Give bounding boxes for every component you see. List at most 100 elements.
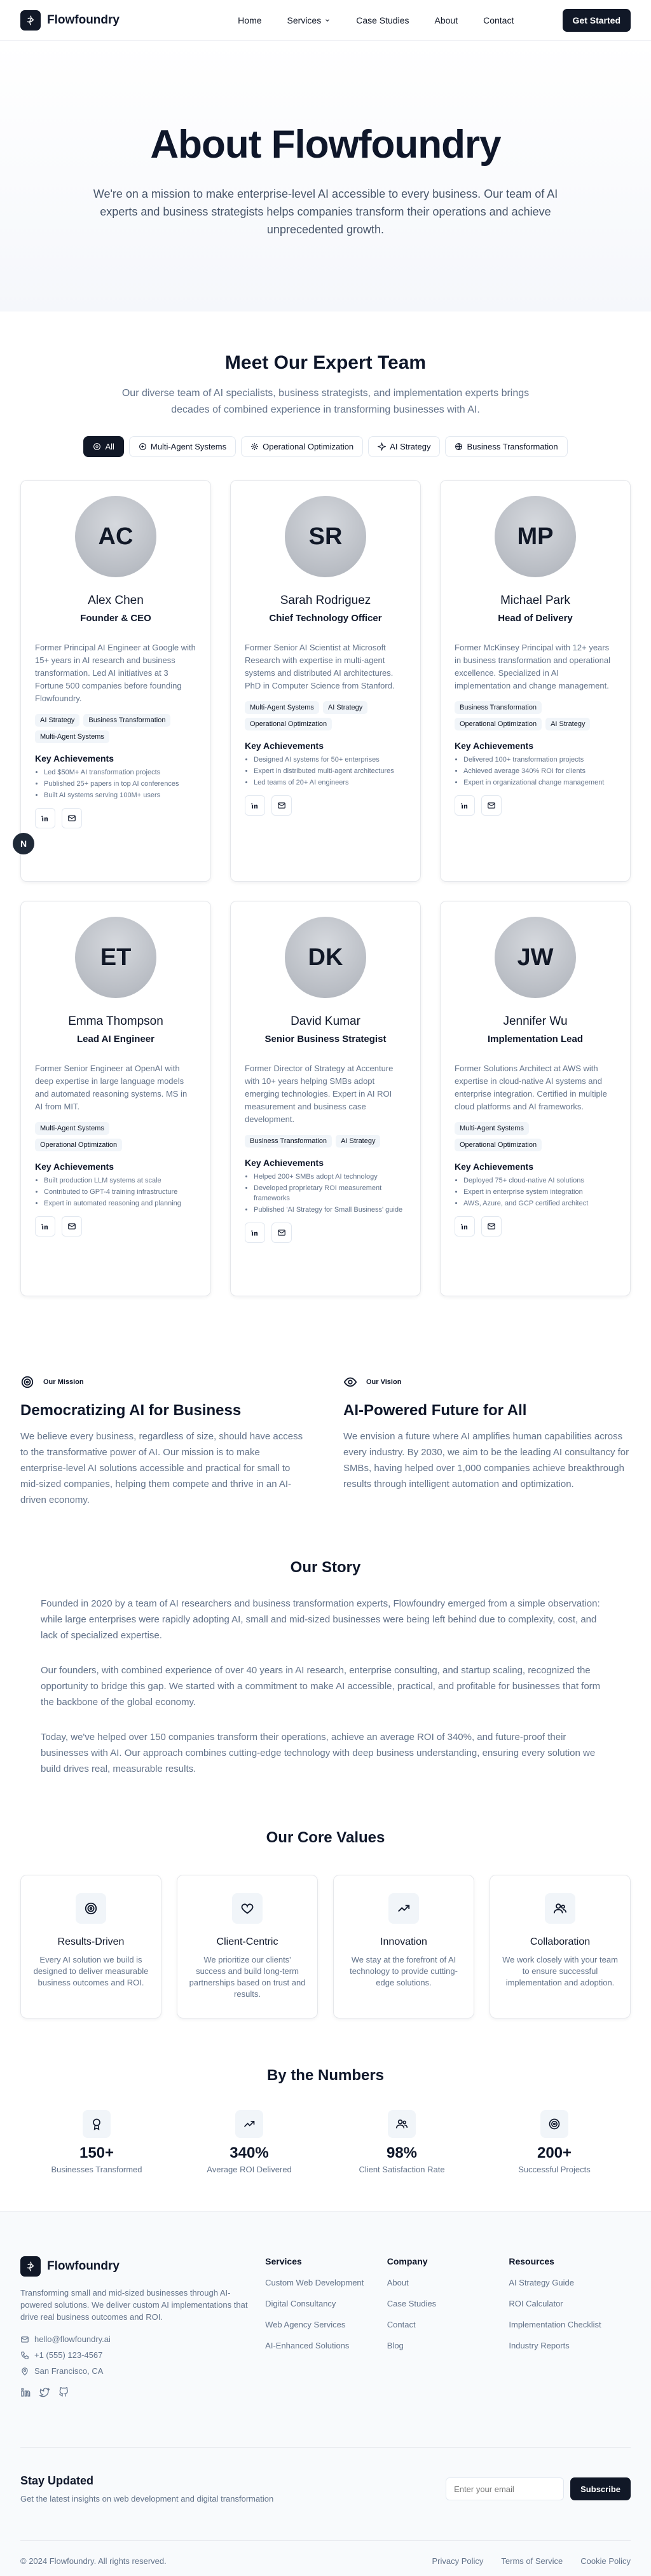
brand-logo[interactable]: Flowfoundry: [20, 10, 120, 31]
member-role: Founder & CEO: [80, 613, 151, 624]
nav-link-home[interactable]: Home: [238, 15, 261, 25]
avatar: JW: [495, 917, 576, 998]
footer-logo[interactable]: Flowfoundry: [20, 2256, 265, 2277]
footer-email[interactable]: hello@flowfoundry.ai: [20, 2334, 265, 2344]
email-button[interactable]: [271, 1223, 292, 1243]
footer-phone[interactable]: +1 (555) 123-4567: [20, 2350, 265, 2360]
footer-link[interactable]: Custom Web Development: [265, 2278, 387, 2287]
story-title: Our Story: [290, 1559, 361, 1576]
email-button[interactable]: [481, 1216, 502, 1237]
target-icon: [76, 1893, 106, 1924]
cookie-link[interactable]: Cookie Policy: [580, 2556, 631, 2566]
nav-link-services[interactable]: Services: [287, 15, 331, 25]
achievements-list: Delivered 100+ transformation projectsAc…: [455, 755, 616, 788]
footer-link[interactable]: Implementation Checklist: [509, 2320, 631, 2329]
email-button[interactable]: [481, 795, 502, 816]
subscribe-button[interactable]: Subscribe: [570, 2477, 631, 2500]
expertise-tag: Operational Optimization: [35, 1139, 123, 1151]
footer-link[interactable]: ROI Calculator: [509, 2299, 631, 2308]
linkedin-button[interactable]: [455, 1216, 475, 1237]
footer-link[interactable]: Blog: [387, 2341, 509, 2350]
nav-link-about[interactable]: About: [435, 15, 458, 25]
member-role: Chief Technology Officer: [269, 613, 382, 624]
footer-contact: hello@flowfoundry.ai +1 (555) 123-4567 S…: [20, 2334, 265, 2376]
expertise-tag: Multi-Agent Systems: [245, 701, 319, 714]
linkedin-button[interactable]: [245, 1223, 265, 1243]
hero-subtitle: We're on a mission to make enterprise-le…: [93, 188, 558, 236]
team-card: ET Emma Thompson Lead AI Engineer Former…: [20, 901, 211, 1296]
filter-operational-label: Operational Optimization: [263, 442, 354, 451]
member-name: David Kumar: [291, 1015, 360, 1028]
page-title: About Flowfoundry: [150, 123, 501, 167]
numbers-title: By the Numbers: [266, 2067, 385, 2084]
achievement-item: Led $50M+ AI transformation projects: [44, 767, 196, 778]
linkedin-button[interactable]: [245, 795, 265, 816]
stat-label: Average ROI Delivered: [207, 2165, 292, 2174]
logo-icon: [20, 2256, 41, 2277]
achievement-item: AWS, Azure, and GCP certified architect: [463, 1198, 616, 1209]
filter-operational[interactable]: Operational Optimization: [241, 436, 364, 457]
twitter-icon[interactable]: [39, 2387, 50, 2397]
github-icon[interactable]: [58, 2387, 69, 2397]
linkedin-icon: [251, 1230, 258, 1236]
linkedin-button[interactable]: [35, 808, 55, 828]
filter-business-transformation[interactable]: Business Transformation: [445, 436, 568, 457]
email-button[interactable]: [62, 1216, 82, 1237]
stat-label: Businesses Transformed: [51, 2165, 142, 2174]
achievements-heading: Key Achievements: [245, 1158, 324, 1168]
achievement-item: Achieved average 340% ROI for clients: [463, 766, 616, 776]
filter-all[interactable]: All: [83, 436, 124, 457]
nav-link-case-studies[interactable]: Case Studies: [356, 15, 409, 25]
member-role: Senior Business Strategist: [264, 1034, 387, 1045]
terms-link[interactable]: Terms of Service: [501, 2556, 563, 2566]
newsletter-email-input[interactable]: [446, 2477, 565, 2500]
footer-link[interactable]: AI-Enhanced Solutions: [265, 2341, 387, 2350]
eye-icon: [343, 1377, 357, 1387]
achievements-heading: Key Achievements: [35, 753, 114, 764]
award-icon: [83, 2110, 111, 2138]
filter-multi-agent[interactable]: Multi-Agent Systems: [128, 436, 236, 457]
email-button[interactable]: [271, 795, 292, 816]
footer-link[interactable]: Web Agency Services: [265, 2320, 387, 2329]
achievement-item: Built production LLM systems at scale: [44, 1175, 196, 1186]
floating-avatar-button[interactable]: N: [13, 833, 34, 854]
linkedin-button[interactable]: [455, 795, 475, 816]
footer-link[interactable]: Industry Reports: [509, 2341, 631, 2350]
values-section: Our Core Values Results-Driven Every AI …: [20, 1829, 631, 2018]
achievements-list: Helped 200+ SMBs adopt AI technologyDeve…: [245, 1172, 406, 1215]
stat-item: 340% Average ROI Delivered: [173, 2110, 326, 2174]
stat-value: 150+: [79, 2144, 114, 2162]
expertise-tag: AI Strategy: [322, 701, 368, 714]
member-socials: [455, 1216, 616, 1237]
footer-link[interactable]: Contact: [387, 2320, 509, 2329]
member-socials: [35, 1216, 196, 1237]
privacy-link[interactable]: Privacy Policy: [432, 2556, 484, 2566]
stat-label: Successful Projects: [518, 2165, 591, 2174]
mission-vision: Our Mission Democratizing AI for Busines…: [20, 1375, 631, 1508]
nav-link-contact[interactable]: Contact: [483, 15, 514, 25]
gear-icon: [251, 443, 259, 450]
footer-link[interactable]: Case Studies: [387, 2299, 509, 2308]
linkedin-icon: [251, 803, 258, 809]
get-started-button[interactable]: Get Started: [562, 8, 631, 32]
email-button[interactable]: [62, 808, 82, 828]
footer-link[interactable]: Digital Consultancy: [265, 2299, 387, 2308]
footer-link[interactable]: About: [387, 2278, 509, 2287]
filter-ai-strategy[interactable]: AI Strategy: [368, 436, 441, 457]
linkedin-icon[interactable]: [20, 2387, 31, 2397]
achievement-item: Expert in organizational change manageme…: [463, 778, 616, 788]
stat-item: 98% Client Satisfaction Rate: [326, 2110, 478, 2174]
member-name: Jennifer Wu: [503, 1015, 568, 1028]
footer-col-company: Company About Case Studies Contact Blog: [387, 2256, 509, 2397]
linkedin-button[interactable]: [35, 1216, 55, 1237]
footer-col-services: Services Custom Web Development Digital …: [265, 2256, 387, 2397]
footer-link[interactable]: AI Strategy Guide: [509, 2278, 631, 2287]
footer-location-text: San Francisco, CA: [34, 2366, 104, 2376]
team-card: MP Michael Park Head of Delivery Former …: [440, 480, 631, 882]
mission-block: Our Mission Democratizing AI for Busines…: [20, 1375, 308, 1508]
footer-col-title: Services: [265, 2256, 302, 2266]
trending-up-icon: [388, 1893, 419, 1924]
mission-title: Democratizing AI for Business: [20, 1402, 242, 1419]
achievement-item: Delivered 100+ transformation projects: [463, 755, 616, 765]
team-card: AC Alex Chen Founder & CEO Former Princi…: [20, 480, 211, 882]
